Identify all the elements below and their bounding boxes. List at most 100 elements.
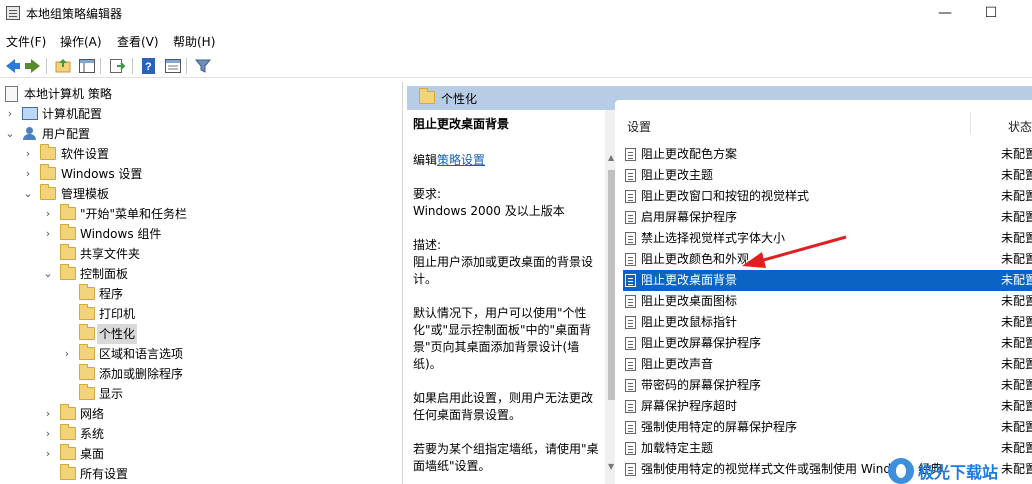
policy-name: 禁止选择视觉样式字体大小 <box>641 231 786 245</box>
show-hide-tree-icon[interactable] <box>78 57 96 75</box>
tree-item-all-settings[interactable]: 所有设置 <box>0 464 400 484</box>
tree-label: 控制面板 <box>80 267 129 281</box>
policy-state: 未配置 <box>1001 231 1032 245</box>
tree-item-root[interactable]: 本地计算机 策略 <box>0 84 400 104</box>
up-folder-icon[interactable] <box>54 57 72 75</box>
back-icon[interactable] <box>4 57 22 75</box>
chevron-right-icon[interactable]: › <box>4 104 16 124</box>
menu-file[interactable]: 文件(F) <box>6 33 46 50</box>
chevron-down-icon[interactable]: ⌄ <box>4 124 16 144</box>
policy-row[interactable]: 阻止更改配色方案 未配置 <box>623 144 1032 165</box>
policy-row[interactable]: 阻止更改屏幕保护程序 未配置 <box>623 333 1032 354</box>
chevron-down-icon[interactable]: ⌄ <box>42 264 54 284</box>
help-icon[interactable]: ? <box>140 57 158 75</box>
policy-state: 未配置 <box>1001 399 1032 413</box>
policy-setting-icon <box>625 442 636 455</box>
tree-label: 个性化 <box>97 324 138 344</box>
tree-item-printers[interactable]: 打印机 <box>0 304 400 324</box>
policy-name: 加载特定主题 <box>641 441 714 455</box>
tree-item-display[interactable]: 显示 <box>0 384 400 404</box>
chevron-right-icon[interactable]: › <box>42 444 54 464</box>
chevron-right-icon[interactable]: › <box>42 224 54 244</box>
tree-label: 程序 <box>99 287 124 301</box>
policy-row[interactable]: 阻止更改窗口和按钮的视觉样式 未配置 <box>623 186 1032 207</box>
tree-item-add-remove-programs[interactable]: 添加或删除程序 <box>0 364 400 384</box>
policy-row[interactable]: 禁止选择视觉样式字体大小 未配置 <box>623 228 1032 249</box>
tree-item-personalization[interactable]: 个性化 <box>0 324 400 344</box>
description-text-4: 若要为某个组指定墙纸，请使用"桌面墙纸"设置。 <box>413 442 599 473</box>
chevron-right-icon[interactable]: › <box>61 344 73 364</box>
policy-row[interactable]: 加载特定主题 未配置 <box>623 438 1032 459</box>
tree-item-user-config[interactable]: ⌄ 用户配置 <box>0 124 400 144</box>
tree-item-system[interactable]: › 系统 <box>0 424 400 444</box>
policy-row[interactable]: 阻止更改桌面背景 未配置 <box>623 270 1032 291</box>
tree-label: 桌面 <box>80 447 105 461</box>
scroll-down-icon[interactable]: ▼ <box>608 462 614 471</box>
policy-row[interactable]: 阻止更改鼠标指针 未配置 <box>623 312 1032 333</box>
tree-item-control-panel[interactable]: ⌄ 控制面板 <box>0 264 400 284</box>
minimize-button[interactable]: — <box>930 3 960 23</box>
folder-icon <box>60 424 76 440</box>
policy-setting-icon <box>625 253 636 266</box>
policy-editor-icon <box>6 6 20 20</box>
export-list-icon[interactable] <box>108 57 126 75</box>
chevron-right-icon[interactable]: › <box>42 424 54 444</box>
tree-label: Windows 设置 <box>61 167 143 181</box>
tree-item-desktop[interactable]: › 桌面 <box>0 444 400 464</box>
tree-label: 添加或删除程序 <box>99 367 184 381</box>
policy-setting-icon <box>625 274 636 287</box>
forward-icon[interactable] <box>24 57 42 75</box>
policy-row[interactable]: 阻止更改桌面图标 未配置 <box>623 291 1032 312</box>
folder-icon <box>79 284 95 300</box>
scroll-up-icon[interactable]: ▲ <box>608 153 614 162</box>
tree-label: "开始"菜单和任务栏 <box>80 207 188 221</box>
computer-icon <box>22 107 38 120</box>
policy-state: 未配置 <box>1001 168 1032 182</box>
policy-setting-icon <box>625 295 636 308</box>
policy-name: 屏幕保护程序超时 <box>641 399 738 413</box>
policy-row[interactable]: 阻止更改主题 未配置 <box>623 165 1032 186</box>
tree-item-software-settings[interactable]: › 软件设置 <box>0 144 400 164</box>
menu-help[interactable]: 帮助(H) <box>173 33 215 50</box>
column-header-setting[interactable]: 设置 <box>627 116 651 138</box>
policy-row[interactable]: 启用屏幕保护程序 未配置 <box>623 207 1032 228</box>
description-text-2: 默认情况下，用户可以使用"个性化"或"显示控制面板"中的"桌面背景"页向其桌面添… <box>413 306 592 371</box>
menu-action[interactable]: 操作(A) <box>60 33 102 50</box>
folder-icon <box>60 244 76 260</box>
description-text-3: 如果启用此设置，则用户无法更改任何桌面背景设置。 <box>413 391 594 422</box>
chevron-right-icon[interactable]: › <box>22 164 34 184</box>
policy-setting-icon <box>625 358 636 371</box>
policy-state: 未配置 <box>1001 294 1032 308</box>
tree-item-network[interactable]: › 网络 <box>0 404 400 424</box>
policy-setting-icon <box>625 211 636 224</box>
chevron-right-icon[interactable]: › <box>42 204 54 224</box>
tree-label: 打印机 <box>99 307 136 321</box>
policy-row[interactable]: 强制使用特定的屏幕保护程序 未配置 <box>623 417 1032 438</box>
tree-item-shared-folders[interactable]: 共享文件夹 <box>0 244 400 264</box>
tree-item-computer-config[interactable]: › 计算机配置 <box>0 104 400 124</box>
filter-icon[interactable] <box>194 57 212 75</box>
menu-view[interactable]: 查看(V) <box>117 33 159 50</box>
chevron-down-icon[interactable]: ⌄ <box>22 184 34 204</box>
tree-item-start-menu[interactable]: › "开始"菜单和任务栏 <box>0 204 400 224</box>
policy-row[interactable]: 阻止更改颜色和外观 未配置 <box>623 249 1032 270</box>
tree-item-windows-components[interactable]: › Windows 组件 <box>0 224 400 244</box>
tree-item-windows-settings[interactable]: › Windows 设置 <box>0 164 400 184</box>
policy-row[interactable]: 屏幕保护程序超时 未配置 <box>623 396 1032 417</box>
tree-item-programs[interactable]: 程序 <box>0 284 400 304</box>
edit-policy-link[interactable]: 策略设置 <box>437 153 485 167</box>
policy-list: 设置 状态 阻止更改配色方案 未配置 阻止更改主题 未配置 阻止更改窗口和按钮的视觉样式… <box>615 100 1032 484</box>
maximize-button[interactable]: ☐ <box>976 3 1006 23</box>
chevron-right-icon[interactable]: › <box>22 144 34 164</box>
policy-state: 未配置 <box>1001 252 1032 266</box>
chevron-right-icon[interactable]: › <box>42 404 54 424</box>
tree-item-admin-templates[interactable]: ⌄ 管理模板 <box>0 184 400 204</box>
properties-icon[interactable] <box>164 57 182 75</box>
policy-setting-icon <box>625 400 636 413</box>
column-header-state[interactable]: 状态 <box>1008 116 1032 138</box>
tree-item-regional[interactable]: › 区域和语言选项 <box>0 344 400 364</box>
policy-name: 阻止更改鼠标指针 <box>641 315 738 329</box>
folder-icon <box>40 184 56 200</box>
policy-row[interactable]: 阻止更改声音 未配置 <box>623 354 1032 375</box>
policy-row[interactable]: 带密码的屏幕保护程序 未配置 <box>623 375 1032 396</box>
